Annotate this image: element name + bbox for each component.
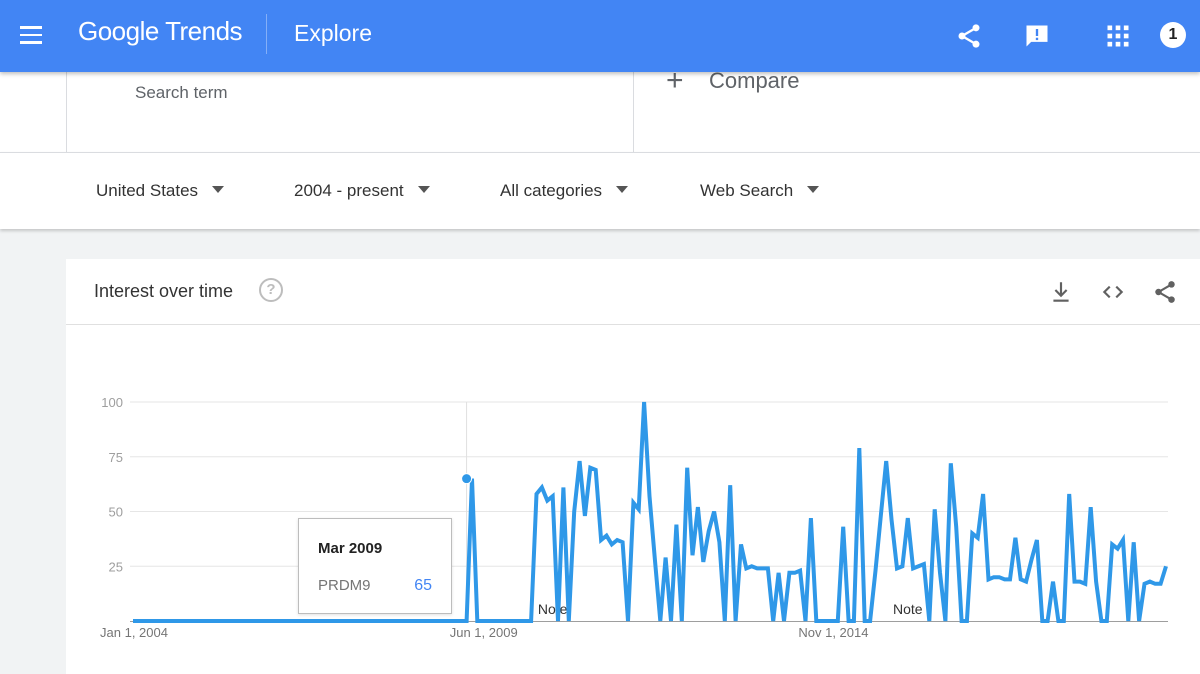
region-filter[interactable]: United States	[96, 181, 225, 201]
search-type-filter-label: Web Search	[700, 181, 794, 200]
y-tick-label: 100	[101, 395, 123, 410]
card-divider	[66, 324, 1200, 325]
chart-note-label[interactable]: Note	[893, 601, 923, 617]
menu-icon[interactable]	[20, 26, 44, 44]
y-tick-label: 50	[109, 505, 123, 520]
help-icon[interactable]: ?	[259, 278, 283, 302]
x-tick-label: Nov 1, 2014	[798, 625, 868, 640]
chart-note-label[interactable]: Note	[538, 601, 568, 617]
tooltip-term: PRDM9	[318, 577, 371, 594]
y-tick-label: 25	[109, 559, 123, 574]
hover-point[interactable]	[461, 473, 473, 485]
account-avatar[interactable]: 1	[1160, 22, 1186, 48]
google-trends-logo[interactable]: Google Trends	[78, 16, 243, 47]
header-divider	[266, 14, 267, 54]
chevron-down-icon	[417, 186, 430, 194]
chevron-down-icon	[616, 186, 629, 194]
category-filter[interactable]: All categories	[500, 181, 629, 201]
chevron-down-icon	[807, 186, 820, 194]
category-filter-label: All categories	[500, 181, 603, 200]
apps-grid-icon[interactable]	[1104, 22, 1132, 50]
tooltip-value: 65	[414, 577, 432, 594]
page-title: Explore	[294, 20, 372, 46]
x-tick-label: Jan 1, 2004	[100, 625, 168, 640]
search-term-input[interactable]: Search term	[135, 83, 228, 103]
share-icon[interactable]	[955, 22, 983, 50]
region-filter-label: United States	[96, 181, 199, 200]
time-range-filter[interactable]: 2004 - present	[294, 181, 430, 201]
feedback-icon[interactable]	[1023, 22, 1051, 50]
chevron-down-icon	[212, 186, 225, 194]
interest-over-time-card: Interest over time ?	[66, 259, 1200, 674]
share-icon[interactable]	[1152, 279, 1178, 305]
x-tick-label: Jun 1, 2009	[450, 625, 518, 640]
top-app-bar: Google Trends Explore 1	[0, 0, 1200, 72]
chart-tooltip: Mar 2009 PRDM9 65	[298, 518, 452, 614]
download-icon[interactable]	[1048, 279, 1074, 305]
tooltip-date: Mar 2009	[318, 540, 383, 557]
embed-code-icon[interactable]	[1100, 279, 1126, 305]
search-type-filter[interactable]: Web Search	[700, 181, 820, 201]
time-range-filter-label: 2004 - present	[294, 181, 404, 200]
card-title: Interest over time	[94, 281, 234, 301]
filter-bar: United States 2004 - present All categor…	[0, 152, 1200, 229]
y-tick-label: 75	[109, 450, 123, 465]
